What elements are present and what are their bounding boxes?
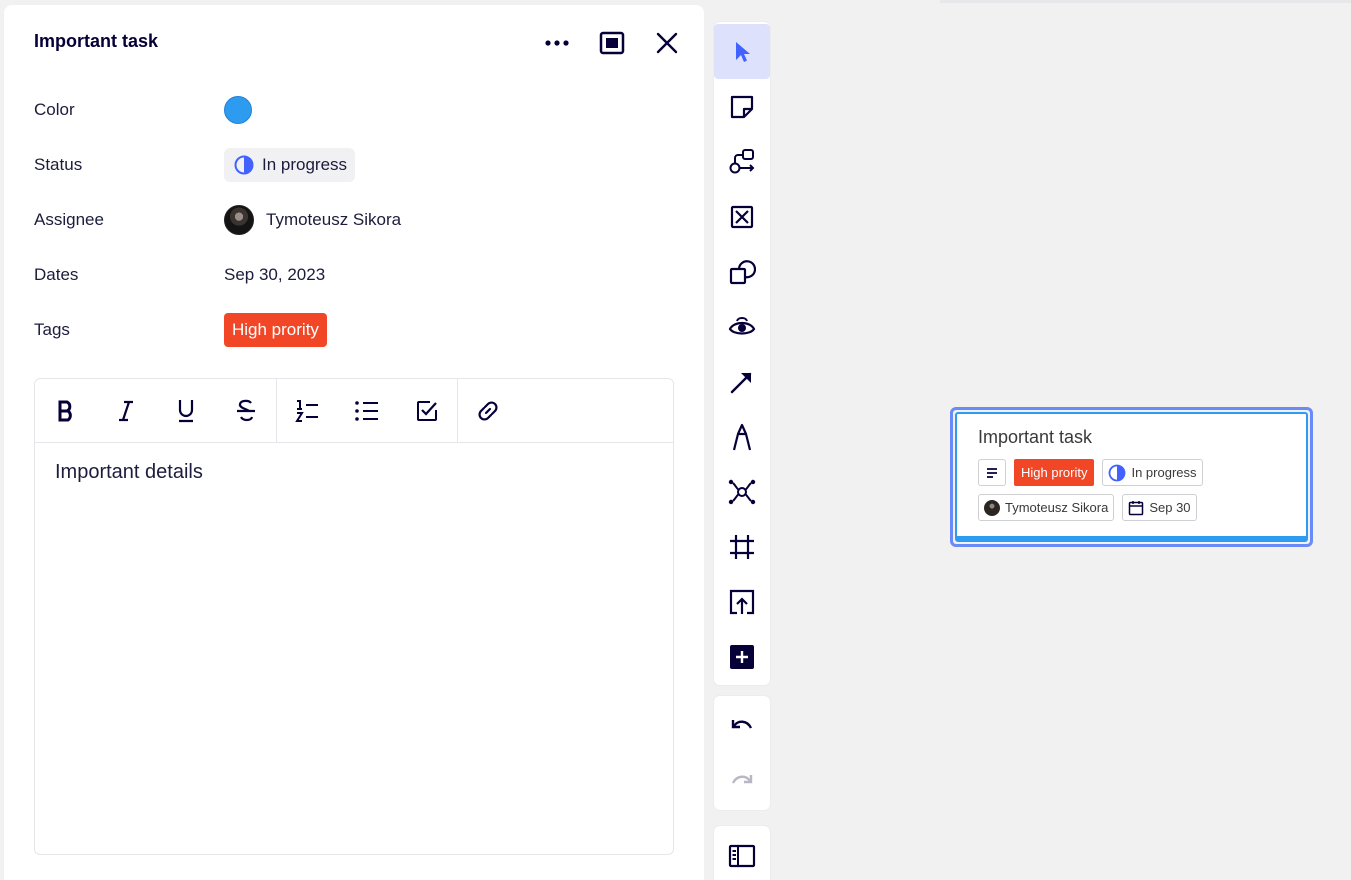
calendar-icon bbox=[1129, 500, 1144, 515]
fullscreen-button[interactable] bbox=[594, 25, 630, 61]
description-editor: Important details bbox=[34, 378, 674, 855]
tag-chip[interactable]: High prority bbox=[224, 313, 327, 347]
fullscreen-icon bbox=[599, 31, 625, 55]
half-circle-icon bbox=[1109, 464, 1126, 481]
numbered-list-icon bbox=[295, 399, 318, 422]
shapes-icon bbox=[729, 259, 756, 284]
bold-icon bbox=[58, 400, 72, 421]
sticky-note-tool[interactable] bbox=[714, 79, 770, 134]
undo-button[interactable] bbox=[714, 698, 770, 753]
panel-title: Important task bbox=[34, 31, 159, 51]
tags-label: Tags bbox=[34, 320, 70, 339]
frame-placeholder-tool[interactable] bbox=[714, 189, 770, 244]
upload-icon bbox=[729, 589, 755, 614]
italic-button[interactable] bbox=[96, 379, 156, 443]
card-assignee-name: Tymoteusz Sikora bbox=[1005, 500, 1109, 515]
redo-button[interactable] bbox=[714, 753, 770, 808]
close-button[interactable] bbox=[649, 25, 685, 61]
underline-button[interactable] bbox=[156, 379, 216, 443]
bullet-list-icon bbox=[355, 400, 378, 421]
more-options-button[interactable] bbox=[539, 25, 575, 61]
format-group bbox=[35, 378, 277, 443]
flowchart-tool[interactable] bbox=[714, 134, 770, 189]
history-toolbar bbox=[714, 696, 770, 810]
arrow-line-tool[interactable] bbox=[714, 354, 770, 409]
add-icon bbox=[730, 644, 754, 669]
tags-row: Tags High prority bbox=[34, 313, 674, 347]
arrow-line-icon bbox=[730, 372, 752, 393]
color-label: Color bbox=[34, 100, 75, 119]
numbered-list-button[interactable] bbox=[277, 379, 337, 443]
strikethrough-icon bbox=[237, 399, 255, 421]
avatar bbox=[984, 499, 1000, 516]
close-icon bbox=[656, 32, 678, 54]
checklist-icon bbox=[417, 400, 437, 421]
card-status[interactable]: In progress bbox=[1102, 459, 1203, 486]
color-row: Color bbox=[34, 93, 674, 127]
assignee-name: Tymoteusz Sikora bbox=[266, 210, 402, 229]
canvas-top-edge bbox=[940, 0, 1351, 3]
crop-frame-icon bbox=[730, 534, 754, 559]
pen-icon bbox=[732, 423, 752, 450]
dates-row: Dates Sep 30, 2023 bbox=[34, 258, 674, 292]
card-people-row: Tymoteusz Sikora Sep 30 bbox=[978, 494, 1197, 521]
mindmap-tool[interactable] bbox=[714, 464, 770, 519]
visibility-icon bbox=[728, 316, 756, 335]
description-icon bbox=[987, 467, 997, 478]
underline-icon bbox=[178, 399, 194, 422]
frame-placeholder-icon bbox=[730, 205, 754, 228]
panel-toggle-toolbar bbox=[714, 826, 770, 880]
add-more-tool[interactable] bbox=[714, 629, 770, 684]
creation-toolbar bbox=[714, 22, 770, 685]
strikethrough-button[interactable] bbox=[216, 379, 276, 443]
panel-toggle-icon bbox=[728, 844, 756, 867]
link-group bbox=[458, 379, 518, 443]
select-tool[interactable] bbox=[714, 24, 770, 79]
half-circle-icon bbox=[234, 155, 254, 175]
upload-tool[interactable] bbox=[714, 574, 770, 629]
card-date-label: Sep 30 bbox=[1149, 500, 1191, 515]
editor-toolbar bbox=[35, 378, 673, 443]
card-date[interactable]: Sep 30 bbox=[1122, 494, 1197, 521]
editor-content[interactable]: Important details bbox=[35, 443, 673, 502]
color-swatch[interactable] bbox=[224, 96, 252, 124]
undo-icon bbox=[731, 719, 753, 729]
link-button[interactable] bbox=[458, 379, 518, 443]
crop-frame-tool[interactable] bbox=[714, 519, 770, 574]
task-detail-panel: Important task Color Status In progress … bbox=[4, 5, 704, 880]
more-icon bbox=[545, 40, 569, 46]
panel-toggle-button[interactable] bbox=[714, 828, 770, 880]
redo-icon bbox=[731, 774, 753, 784]
status-value: In progress bbox=[262, 155, 348, 174]
card-assignee[interactable]: Tymoteusz Sikora bbox=[978, 494, 1115, 521]
checklist-button[interactable] bbox=[397, 379, 457, 443]
card-description-button[interactable] bbox=[978, 459, 1006, 486]
link-icon bbox=[478, 400, 498, 421]
sticky-note-icon bbox=[730, 95, 754, 118]
card-status-label: In progress bbox=[1131, 465, 1197, 480]
italic-icon bbox=[119, 400, 133, 421]
visibility-tool[interactable] bbox=[714, 299, 770, 354]
select-icon bbox=[736, 41, 750, 62]
pen-tool[interactable] bbox=[714, 409, 770, 464]
card-meta-row: High prority In progress bbox=[978, 459, 1203, 486]
status-row: Status In progress bbox=[34, 148, 674, 182]
assignee-label: Assignee bbox=[34, 210, 104, 229]
task-card[interactable]: Important task High prority In progress … bbox=[955, 412, 1308, 542]
card-title: Important task bbox=[978, 427, 1093, 447]
dates-value[interactable]: Sep 30, 2023 bbox=[224, 265, 325, 285]
assignee-row: Assignee Tymoteusz Sikora bbox=[34, 203, 674, 237]
status-chip[interactable]: In progress bbox=[224, 148, 356, 182]
assignee-value[interactable]: Tymoteusz Sikora bbox=[224, 205, 401, 235]
list-group bbox=[277, 378, 458, 443]
mindmap-icon bbox=[728, 479, 756, 504]
avatar bbox=[224, 205, 254, 235]
status-label: Status bbox=[34, 155, 83, 174]
card-tag[interactable]: High prority bbox=[1014, 459, 1095, 486]
shapes-tool[interactable] bbox=[714, 244, 770, 299]
dates-label: Dates bbox=[34, 265, 79, 284]
bold-button[interactable] bbox=[36, 379, 96, 443]
bullet-list-button[interactable] bbox=[337, 379, 397, 443]
flowchart-icon bbox=[729, 148, 755, 173]
